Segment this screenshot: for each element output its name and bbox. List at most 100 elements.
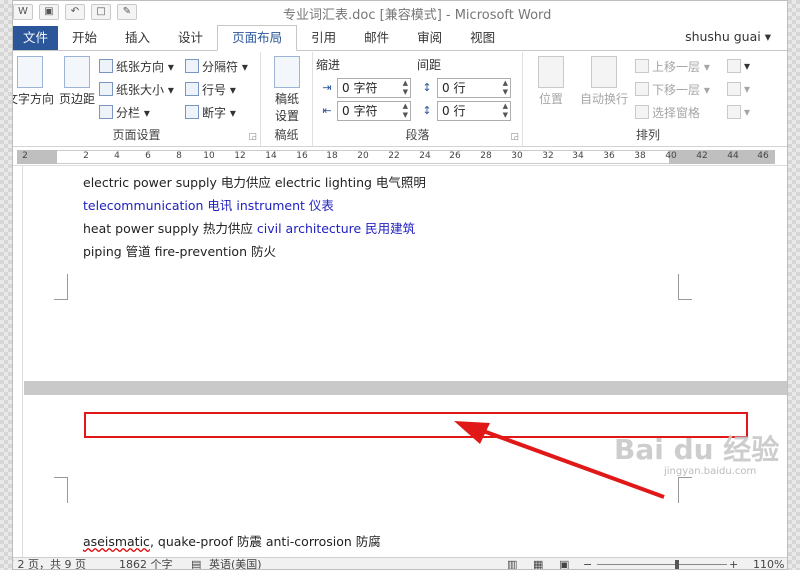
spin-arrows-icon[interactable]: ▲ ▼ bbox=[403, 79, 408, 97]
ruler-tick: 20 bbox=[357, 151, 369, 161]
spacing-before-input[interactable]: 0 行 ▲ ▼ bbox=[437, 78, 511, 98]
size-button[interactable]: 纸张大小 ▾ bbox=[99, 79, 174, 99]
ruler-tick: 42 bbox=[696, 151, 708, 161]
baidu-watermark-logo: Bai du 经验 bbox=[614, 433, 780, 466]
screen: W ▣ ↶ □ ✎ 专业词汇表.doc [兼容模式] - Microsoft W… bbox=[0, 0, 800, 570]
tab-insert[interactable]: 插入 bbox=[111, 26, 164, 50]
print-layout-icon[interactable]: ▦ bbox=[533, 558, 543, 569]
text-direction-button[interactable]: 文字方向 bbox=[13, 56, 57, 107]
rotate-button[interactable]: ▾ bbox=[727, 102, 750, 122]
ruler-tick: 6 bbox=[145, 151, 151, 161]
columns-icon bbox=[99, 105, 113, 119]
quick-access-toolbar: W ▣ ↶ □ ✎ bbox=[13, 3, 137, 21]
selection-pane-button[interactable]: 选择窗格 bbox=[635, 102, 700, 122]
wrap-text-icon bbox=[591, 56, 617, 88]
columns-button[interactable]: 分栏 ▾ bbox=[99, 102, 150, 122]
zoom-in-icon[interactable]: + bbox=[729, 558, 738, 569]
line-numbers-label: 行号 ▾ bbox=[202, 82, 236, 97]
zoom-slider[interactable] bbox=[597, 564, 727, 565]
group-label-page-setup: 页面设置 bbox=[112, 128, 161, 142]
spin-arrows-icon[interactable]: ▲ ▼ bbox=[503, 79, 508, 97]
group-page-setup: 文字方向 页边距 纸张方向 ▾ 纸张大小 ▾ 分栏 ▾ bbox=[13, 52, 261, 146]
group-label-draft: 稿纸 bbox=[274, 128, 299, 142]
draft-settings-label-2: 设置 bbox=[274, 109, 299, 123]
hyphenation-label: 断字 ▾ bbox=[202, 105, 236, 120]
indent-left-input[interactable]: 0 字符 ▲ ▼ bbox=[337, 78, 411, 98]
draft-paper-icon bbox=[274, 56, 300, 88]
group-label-paragraph: 段落 bbox=[405, 128, 430, 142]
status-page[interactable]: 第 2 页，共 9 页 bbox=[13, 558, 86, 569]
tab-file[interactable]: 文件 bbox=[13, 26, 59, 50]
ruler-tick: 38 bbox=[634, 151, 646, 161]
group-button[interactable]: ▾ bbox=[727, 79, 750, 99]
draft-settings-button[interactable]: 稿纸 设置 bbox=[267, 56, 307, 124]
arrow-head bbox=[454, 421, 490, 444]
margins-button[interactable]: 页边距 bbox=[57, 56, 97, 107]
paragraph-launcher-icon[interactable]: ◲ bbox=[510, 132, 519, 142]
align-button[interactable]: ▾ bbox=[727, 56, 750, 76]
undo-icon[interactable]: ↶ bbox=[65, 4, 85, 20]
tab-references[interactable]: 引用 bbox=[297, 26, 350, 50]
zoom-slider-thumb[interactable] bbox=[675, 560, 679, 569]
ribbon: 文字方向 页边距 纸张方向 ▾ 纸张大小 ▾ 分栏 ▾ bbox=[13, 52, 787, 147]
read-mode-icon[interactable]: ▥ bbox=[507, 558, 517, 569]
orientation-label: 纸张方向 ▾ bbox=[116, 59, 174, 74]
line-numbers-button[interactable]: 行号 ▾ bbox=[185, 79, 236, 99]
hyphenation-button[interactable]: 断字 ▾ bbox=[185, 102, 236, 122]
bring-forward-button[interactable]: 上移一层 ▾ bbox=[635, 56, 710, 76]
group-arrange: 位置 自动换行 上移一层 ▾ 下移一层 ▾ 选择窗格 ▾ ▾ ▾ 排列 bbox=[523, 52, 773, 146]
send-backward-button[interactable]: 下移一层 ▾ bbox=[635, 79, 710, 99]
ruler-tick: 10 bbox=[203, 151, 215, 161]
draft-settings-label-1: 稿纸 bbox=[274, 92, 299, 106]
tab-mailings[interactable]: 邮件 bbox=[350, 26, 403, 50]
spin-arrows-icon[interactable]: ▲ ▼ bbox=[403, 102, 408, 120]
ruler-tick: 14 bbox=[265, 151, 277, 161]
wrap-text-label: 自动换行 bbox=[579, 92, 628, 106]
save-icon[interactable]: ▣ bbox=[39, 4, 59, 20]
tab-view[interactable]: 视图 bbox=[456, 26, 509, 50]
breaks-button[interactable]: 分隔符 ▾ bbox=[185, 56, 248, 76]
ruler-tick: 16 bbox=[296, 151, 308, 161]
send-backward-label: 下移一层 ▾ bbox=[652, 82, 710, 97]
group-paragraph: 缩进 间距 ⇥ 0 字符 ▲▼ ⇤ 0 字符 ▲▼ ↕ 0 行 ▲▼ ↕ bbox=[313, 52, 523, 146]
position-button[interactable]: 位置 bbox=[533, 56, 569, 107]
size-label: 纸张大小 ▾ bbox=[116, 82, 174, 97]
vertical-ruler[interactable] bbox=[13, 166, 23, 558]
ruler-tick: 2 bbox=[83, 151, 89, 161]
horizontal-ruler[interactable]: 2 2 4 6 8 10 12 14 16 18 20 22 24 26 28 … bbox=[13, 148, 787, 166]
proofing-icon[interactable]: ▤ bbox=[191, 558, 201, 569]
title-bar: W ▣ ↶ □ ✎ 专业词汇表.doc [兼容模式] - Microsoft W… bbox=[13, 1, 787, 23]
user-account[interactable]: shushu guai ▾ bbox=[685, 29, 771, 44]
status-words[interactable]: 1862 个字 bbox=[119, 558, 173, 569]
new-document-icon[interactable]: □ bbox=[91, 4, 111, 20]
ruler-tick: 44 bbox=[727, 151, 739, 161]
bring-forward-label: 上移一层 ▾ bbox=[652, 59, 710, 74]
status-language[interactable]: 英语(美国) bbox=[209, 558, 262, 569]
tab-design[interactable]: 设计 bbox=[164, 26, 217, 50]
document-area[interactable]: electric power supply 电力供应 electric ligh… bbox=[24, 166, 787, 558]
page-setup-launcher-icon[interactable]: ◲ bbox=[248, 132, 257, 142]
customize-qat-icon[interactable]: ✎ bbox=[117, 4, 137, 20]
indent-left-value: 0 字符 bbox=[342, 81, 378, 95]
word-window: W ▣ ↶ □ ✎ 专业词汇表.doc [兼容模式] - Microsoft W… bbox=[12, 0, 788, 570]
tab-page-layout[interactable]: 页面布局 bbox=[217, 25, 298, 51]
web-layout-icon[interactable]: ▣ bbox=[559, 558, 569, 569]
zoom-out-icon[interactable]: − bbox=[583, 558, 592, 569]
spacing-after-input[interactable]: 0 行 ▲ ▼ bbox=[437, 101, 511, 121]
indent-right-input[interactable]: 0 字符 ▲ ▼ bbox=[337, 101, 411, 121]
ruler-tick: 22 bbox=[388, 151, 400, 161]
send-backward-icon bbox=[635, 82, 649, 96]
orientation-button[interactable]: 纸张方向 ▾ bbox=[99, 56, 174, 76]
ruler-tick: 46 bbox=[757, 151, 769, 161]
breaks-icon bbox=[185, 59, 199, 73]
tab-home[interactable]: 开始 bbox=[58, 26, 111, 50]
group-draft: 稿纸 设置 稿纸 bbox=[261, 52, 313, 146]
breaks-label: 分隔符 ▾ bbox=[202, 59, 248, 74]
tab-review[interactable]: 审阅 bbox=[403, 26, 456, 50]
spin-arrows-icon[interactable]: ▲ ▼ bbox=[503, 102, 508, 120]
wrap-text-button[interactable]: 自动换行 bbox=[577, 56, 631, 107]
word-app-icon[interactable]: W bbox=[13, 4, 33, 20]
zoom-level[interactable]: 110% bbox=[753, 558, 784, 569]
spacing-label: 间距 bbox=[417, 58, 442, 72]
ruler-tick: 2 bbox=[22, 151, 28, 161]
